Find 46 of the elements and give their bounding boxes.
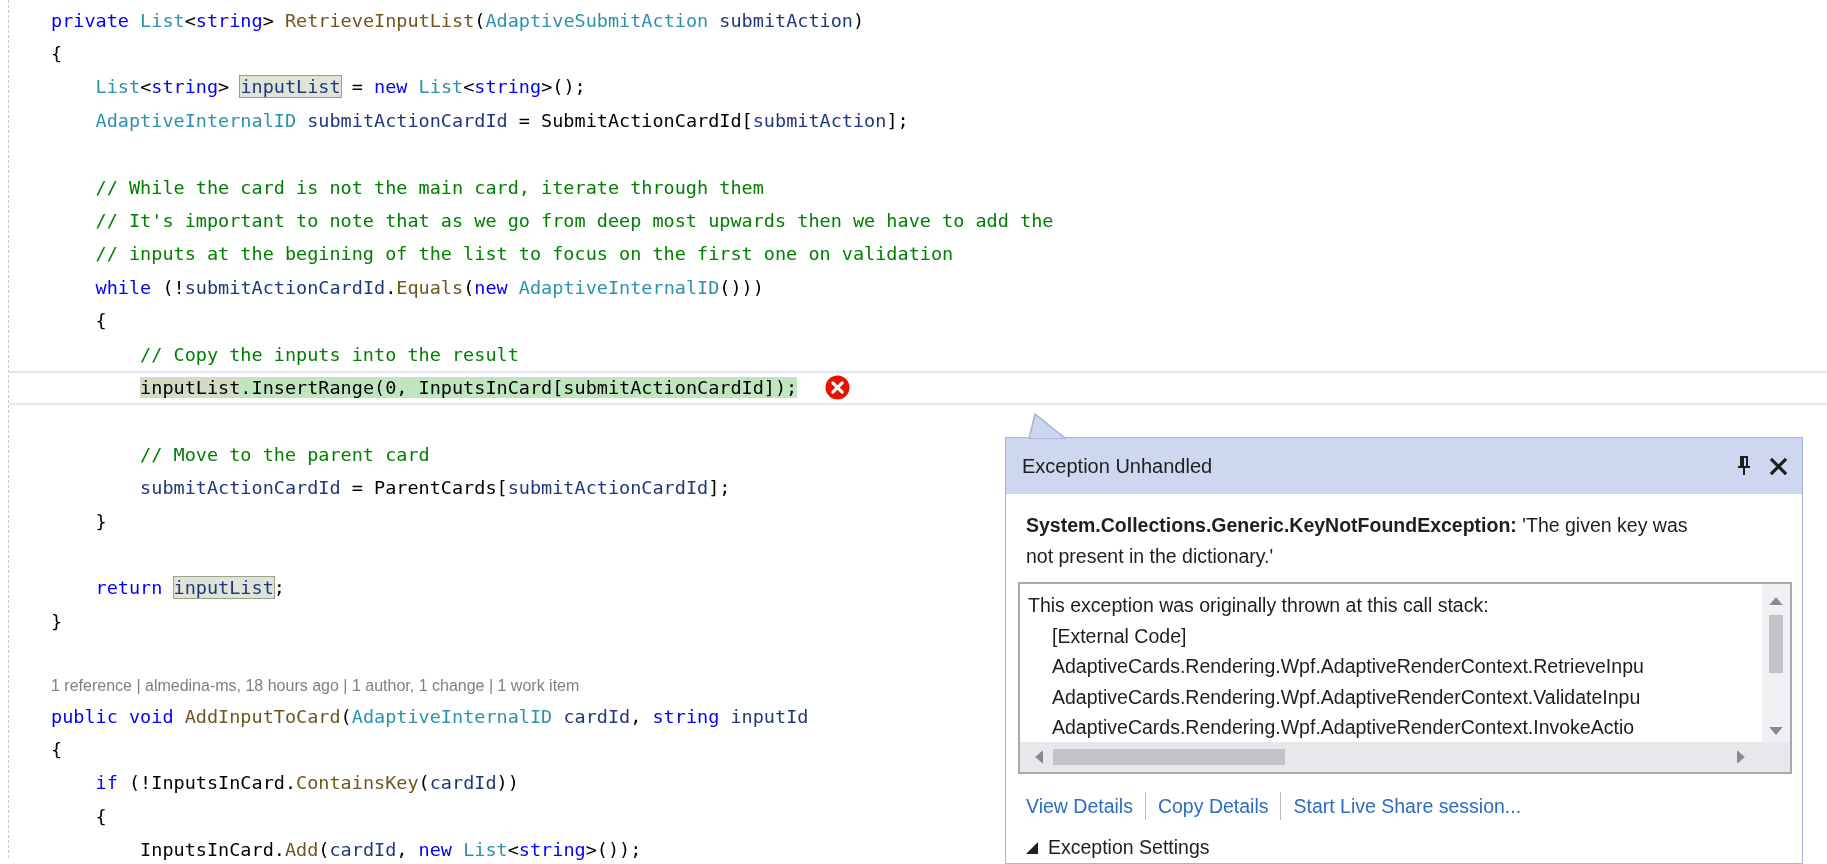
scrollbar-thumb[interactable]	[1769, 615, 1783, 673]
stack-frame[interactable]: [External Code]	[1028, 620, 1754, 651]
stack-frame[interactable]: AdaptiveCards.Rendering.Wpf.AdaptiveRenderContext.InvokeActio	[1028, 712, 1754, 742]
close-icon[interactable]	[1769, 456, 1788, 476]
exception-settings-toggle[interactable]: Exception Settings	[1048, 836, 1210, 859]
scroll-down-arrow-icon[interactable]	[1769, 727, 1783, 736]
code-line: }	[94, 509, 107, 534]
code-line: public void AddInputToCard(AdaptiveInternalID cardId, string inputId	[51, 704, 809, 729]
code-line: List<string> inputList = new List<string>();	[94, 75, 586, 100]
code-line: // It's important to note that as we go from deep most upwards then we have to add the	[94, 209, 1054, 234]
code-line: // While the card is not the main card, iterate through them	[94, 175, 764, 200]
stack-frame[interactable]: AdaptiveCards.Rendering.Wpf.AdaptiveRenderContext.RetrieveInpu	[1028, 651, 1754, 682]
code-line: private List<string> RetrieveInputList(AdaptiveSubmitAction submitAction)	[51, 8, 865, 33]
vertical-scrollbar[interactable]	[1762, 584, 1790, 742]
code-line: InputsInCard.Add(cardId, new List<string>());	[139, 838, 642, 863]
call-stack-heading: This exception was originally thrown at this call stack:	[1028, 593, 1490, 618]
exception-message: System.Collections.Generic.KeyNotFoundException: 'The given key was not present in the dictionary.'	[1025, 513, 1689, 569]
scrollbar-thumb[interactable]	[1053, 749, 1285, 765]
error-icon[interactable]	[825, 375, 851, 401]
code-line: return inputList;	[94, 576, 285, 601]
details-link[interactable]: Copy Details	[1157, 794, 1269, 818]
code-line: // Copy the inputs into the result	[139, 342, 519, 367]
code-line: // Move to the parent card	[139, 442, 430, 467]
horizontal-scrollbar[interactable]	[1020, 742, 1762, 772]
details-link[interactable]: View Details	[1026, 794, 1133, 818]
stack-frame[interactable]: AdaptiveCards.Rendering.Wpf.AdaptiveRenderContext.ValidateInpu	[1028, 681, 1754, 712]
code-line: {	[51, 42, 63, 67]
code-line: {	[94, 309, 107, 334]
expand-triangle-icon[interactable]	[1026, 841, 1038, 854]
code-line: if (!InputsInCard.ContainsKey(cardId))	[94, 771, 519, 796]
code-line: AdaptiveInternalID submitActionCardId = SubmitActionCardId[submitAction];	[94, 108, 909, 133]
code-line: {	[94, 804, 107, 829]
code-line: submitActionCardId = ParentCards[submitActionCardId];	[139, 476, 731, 501]
code-line: while (!submitActionCardId.Equals(new AdaptiveInternalID()))	[94, 275, 764, 300]
scroll-right-arrow-icon[interactable]	[1737, 750, 1746, 764]
scrollbar-corner	[1762, 742, 1790, 772]
code-line: }	[51, 609, 63, 634]
code-lens-info[interactable]: 1 reference | almedina-ms, 18 hours ago | 1 author, 1 change | 1 work item	[51, 676, 580, 695]
code-line: inputList.InsertRange(0, InputsInCard[submitActionCardId]);	[139, 375, 798, 400]
details-link[interactable]: Start Live Share session...	[1293, 794, 1522, 818]
popup-title: Exception Unhandled	[1022, 454, 1213, 478]
scroll-up-arrow-icon[interactable]	[1769, 596, 1783, 605]
pin-icon[interactable]	[1737, 456, 1751, 476]
code-line: {	[51, 737, 63, 762]
scroll-left-arrow-icon[interactable]	[1034, 750, 1043, 764]
code-line: // inputs at the begining of the list to focus on the first one on validation	[94, 242, 954, 267]
